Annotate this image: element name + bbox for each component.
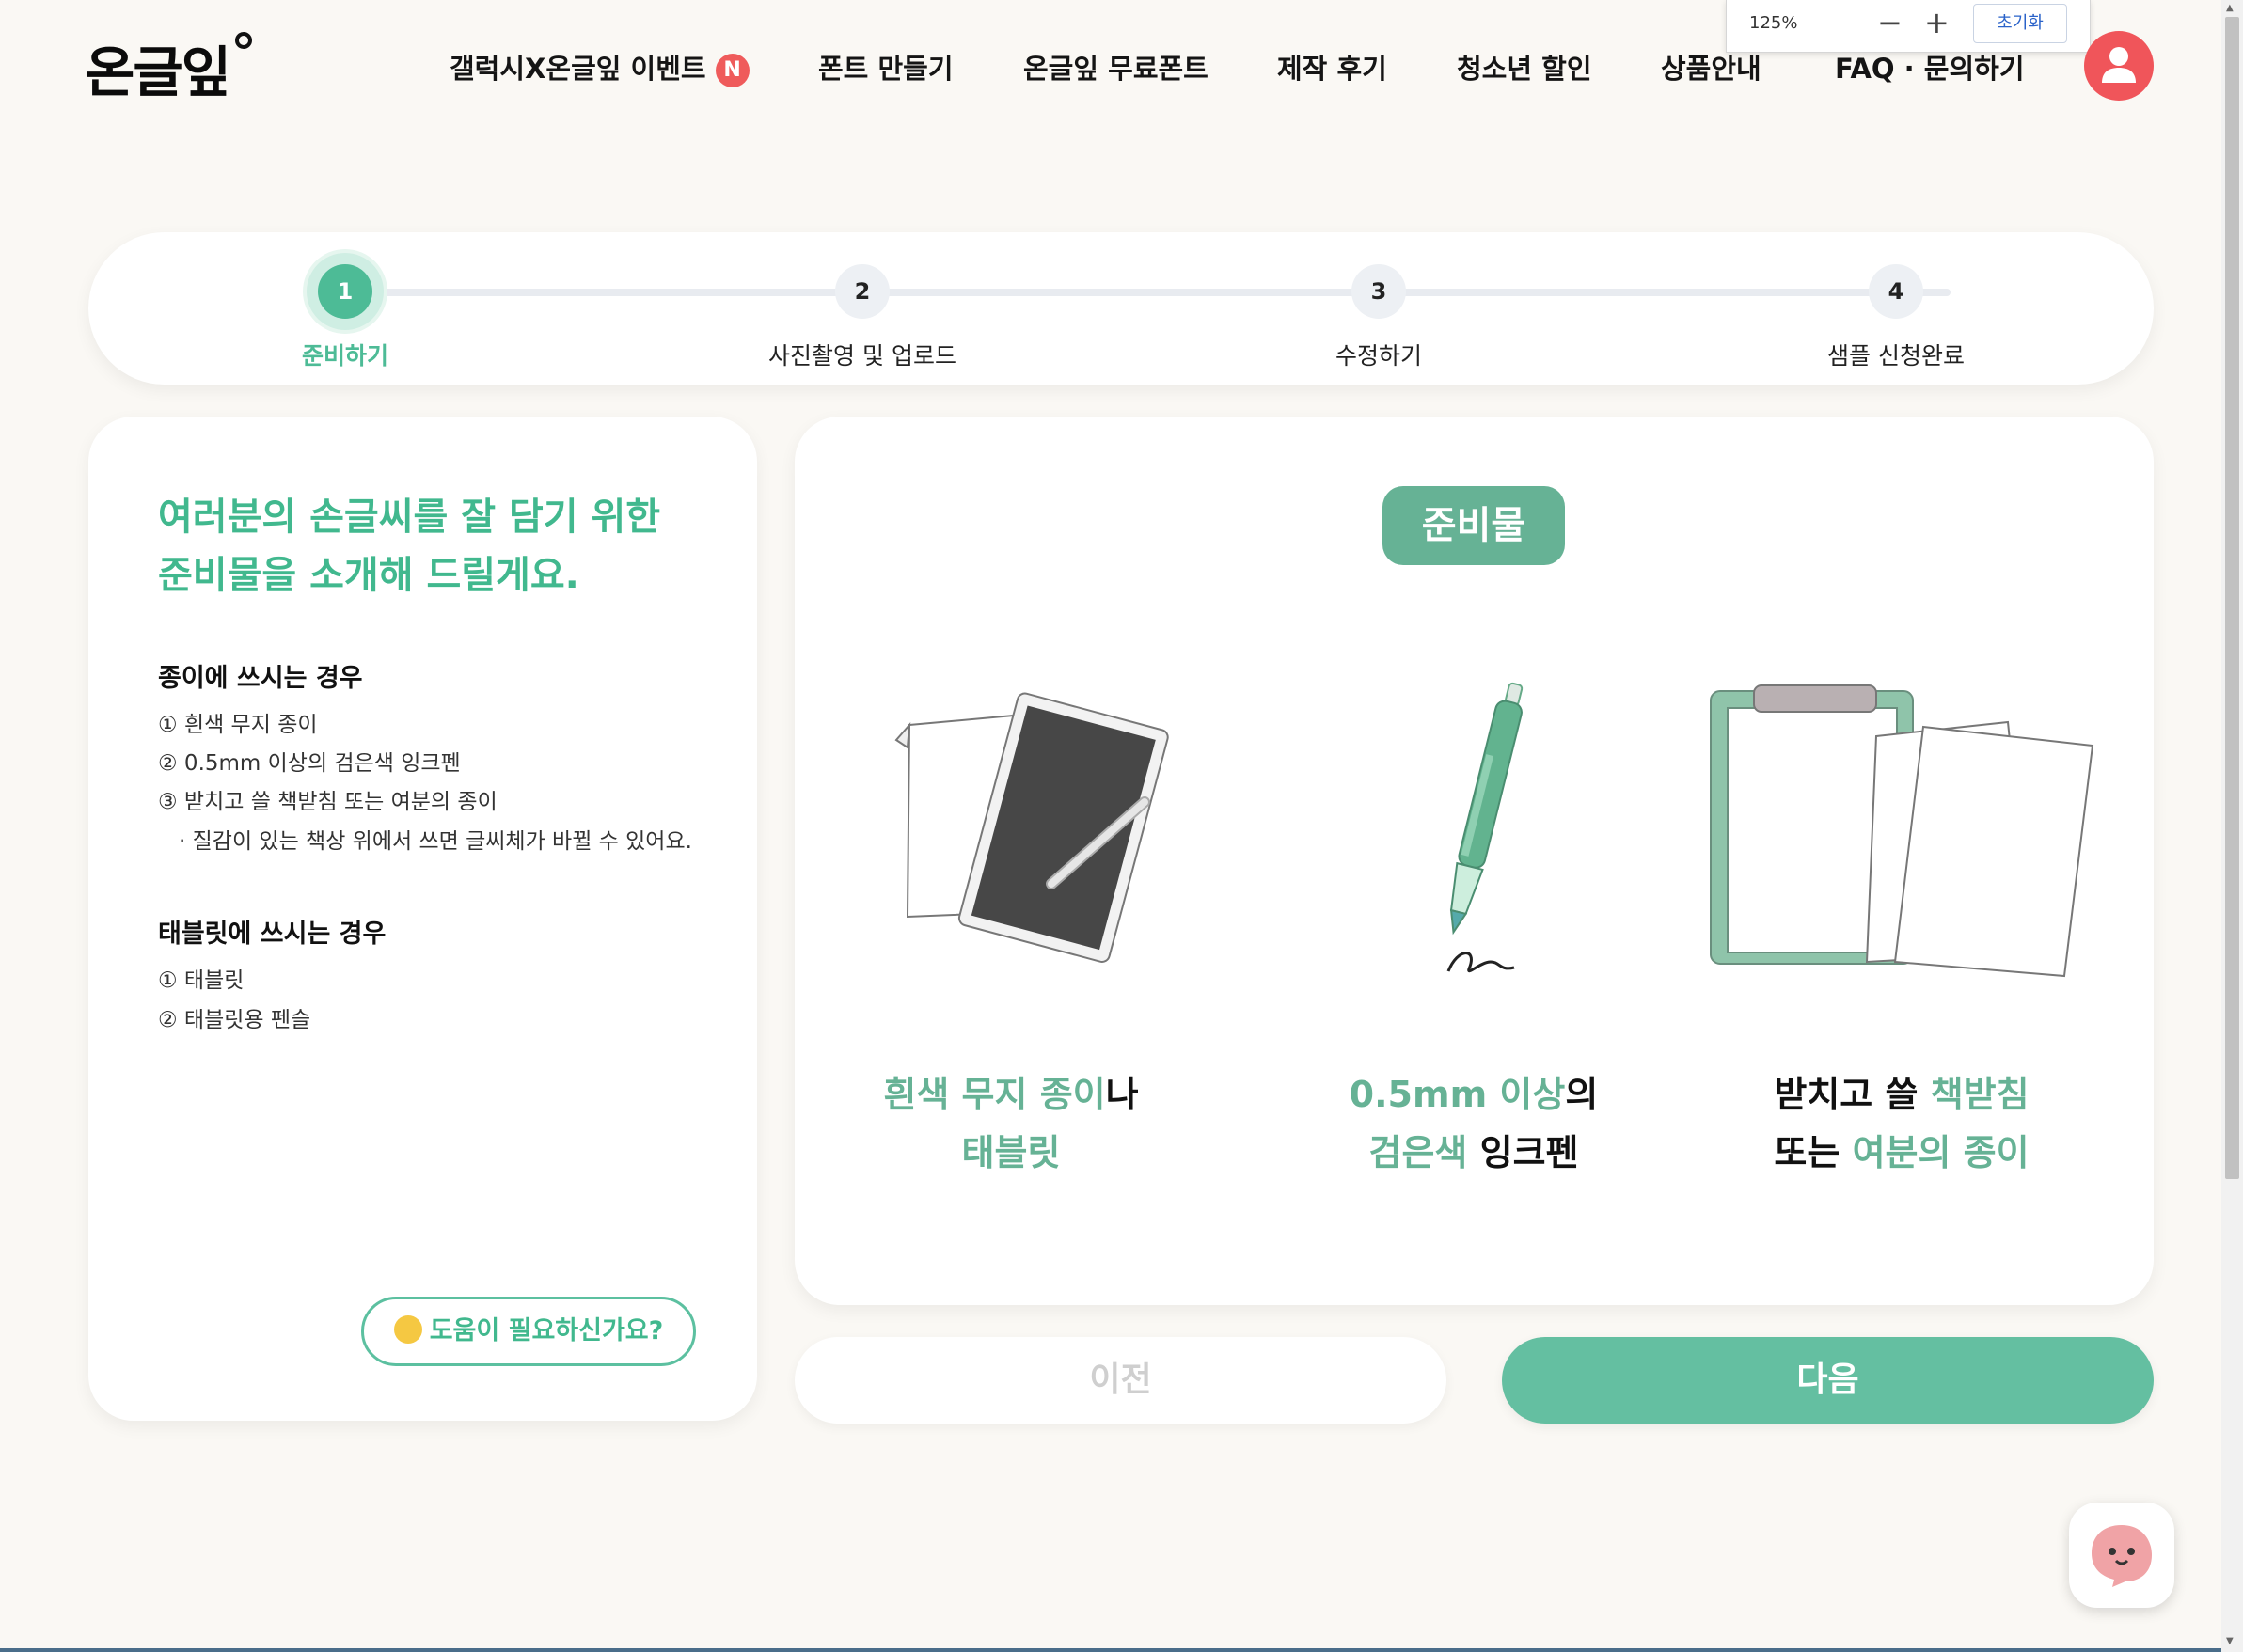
progress-stepper: 1 2 3 4 준비하기 사진촬영 및 업로드 수정하기 샘플 신청완료 bbox=[88, 232, 2154, 385]
previous-button[interactable]: 이전 bbox=[795, 1337, 1446, 1424]
step-1-label: 준비하기 bbox=[301, 342, 389, 370]
help-button[interactable]: 도움이 필요하신가요? bbox=[361, 1297, 696, 1366]
zoom-out-button[interactable]: − bbox=[1877, 6, 1903, 39]
caption-highlight: 책받침 bbox=[1930, 1074, 2030, 1115]
caption-clipboard: 받치고 쓸 책받침 또는 여분의 종이 bbox=[1685, 1065, 2118, 1182]
tablet-item: ② 태블릿용 펜슬 bbox=[158, 1008, 311, 1032]
step-2-label: 사진촬영 및 업로드 bbox=[768, 342, 956, 370]
caption-text: 나 bbox=[1105, 1074, 1139, 1115]
zoom-level: 125% bbox=[1749, 13, 1798, 33]
paper-section-title: 종이에 쓰시는 경우 bbox=[158, 664, 363, 693]
paper-note: · 질감이 있는 책상 위에서 쓰면 글씨체가 바뀔 수 있어요. bbox=[179, 829, 692, 854]
paper-item: ③ 받치고 쓸 책받침 또는 여분의 종이 bbox=[158, 790, 498, 814]
intro-line-1: 여러분의 손글씨를 잘 담기 위한 bbox=[158, 496, 661, 539]
caption-highlight: 흰색 무지 종이 bbox=[883, 1074, 1106, 1115]
nav-item-free-fonts[interactable]: 온글잎 무료폰트 bbox=[1023, 47, 1208, 87]
step-1-circle: 1 bbox=[318, 264, 372, 319]
zoom-in-button[interactable]: + bbox=[1924, 6, 1950, 39]
step-3-label: 수정하기 bbox=[1335, 342, 1423, 370]
nav-item-youth-discount[interactable]: 청소년 할인 bbox=[1457, 47, 1592, 87]
taskbar-edge bbox=[0, 1648, 2221, 1652]
nav-item-faq[interactable]: FAQ · 문의하기 bbox=[1835, 47, 2025, 87]
caption-text: 잉크펜 bbox=[1467, 1132, 1579, 1173]
scroll-thumb[interactable] bbox=[2225, 17, 2239, 1179]
tablet-section-title: 태블릿에 쓰시는 경우 bbox=[158, 920, 387, 949]
next-button[interactable]: 다음 bbox=[1502, 1337, 2154, 1424]
step-2-circle: 2 bbox=[835, 264, 890, 319]
caption-text: 받치고 쓸 bbox=[1774, 1074, 1931, 1115]
chatbot-mascot-icon bbox=[2092, 1525, 2152, 1587]
nav-item-galaxy-event[interactable]: 갤럭시X온글잎 이벤트 N bbox=[450, 47, 750, 87]
new-badge: N bbox=[715, 54, 750, 87]
user-avatar-button[interactable] bbox=[2084, 31, 2154, 101]
nav-item-label: 갤럭시X온글잎 이벤트 bbox=[450, 53, 706, 85]
chat-button[interactable] bbox=[2069, 1503, 2174, 1608]
zoom-reset-button[interactable]: 초기화 bbox=[1973, 4, 2067, 43]
help-label: 도움이 필요하신가요? bbox=[429, 1316, 664, 1345]
caption-highlight: 태블릿 bbox=[961, 1132, 1061, 1173]
instructions-card: 여러분의 손글씨를 잘 담기 위한 준비물을 소개해 드릴게요. 종이에 쓰시는… bbox=[88, 417, 757, 1421]
pen-illustration bbox=[1446, 682, 1524, 973]
caption-text: 의 bbox=[1565, 1074, 1599, 1115]
intro-line-2: 준비물을 소개해 드릴게요. bbox=[158, 554, 579, 597]
supplies-badge: 준비물 bbox=[1382, 486, 1565, 565]
step-4-label: 샘플 신청완료 bbox=[1827, 342, 1965, 370]
user-icon bbox=[2102, 47, 2136, 83]
paper-item: ② 0.5mm 이상의 검은색 잉크펜 bbox=[158, 751, 461, 776]
caption-pen: 0.5mm 이상의 검은색 잉크펜 bbox=[1257, 1065, 1690, 1182]
caption-text: 또는 bbox=[1774, 1132, 1853, 1173]
paper-tablet-illustration bbox=[894, 692, 1169, 963]
caption-highlight: 검은색 bbox=[1368, 1132, 1468, 1173]
step-3-circle: 3 bbox=[1351, 264, 1406, 319]
nerd-face-icon bbox=[393, 1314, 422, 1344]
caption-highlight: 0.5mm 이상 bbox=[1349, 1074, 1566, 1115]
tablet-item: ① 태블릿 bbox=[158, 968, 245, 993]
caption-paper-tablet: 흰색 무지 종이나 태블릿 bbox=[795, 1065, 1227, 1182]
scroll-up-icon[interactable]: ▲ bbox=[2226, 3, 2234, 13]
supplies-card: 준비물 흰색 무지 종이나 태블릿 0.5mm 이상의 검은색 잉크펜 받치고 … bbox=[795, 417, 2154, 1305]
nav-item-reviews[interactable]: 제작 후기 bbox=[1277, 47, 1387, 87]
scroll-down-icon[interactable]: ▼ bbox=[2226, 1636, 2234, 1646]
logo-dot-icon bbox=[235, 32, 252, 49]
page-scrollbar[interactable]: ▲ ▼ bbox=[2221, 0, 2243, 1652]
logo[interactable]: 온글잎 bbox=[85, 28, 231, 107]
caption-highlight: 여분의 종이 bbox=[1852, 1132, 2030, 1173]
intro-heading: 여러분의 손글씨를 잘 담기 위한 준비물을 소개해 드릴게요. bbox=[158, 488, 660, 605]
nav-item-make-font[interactable]: 폰트 만들기 bbox=[818, 47, 954, 87]
step-track bbox=[371, 289, 1951, 296]
clipboard-paper-illustration bbox=[1710, 684, 2094, 978]
step-4-circle: 4 bbox=[1869, 264, 1923, 319]
nav-item-products[interactable]: 상품안내 bbox=[1661, 47, 1761, 87]
zoom-popup: 125% − + 초기화 bbox=[1726, 0, 2091, 53]
paper-item: ① 흰색 무지 종이 bbox=[158, 713, 318, 737]
